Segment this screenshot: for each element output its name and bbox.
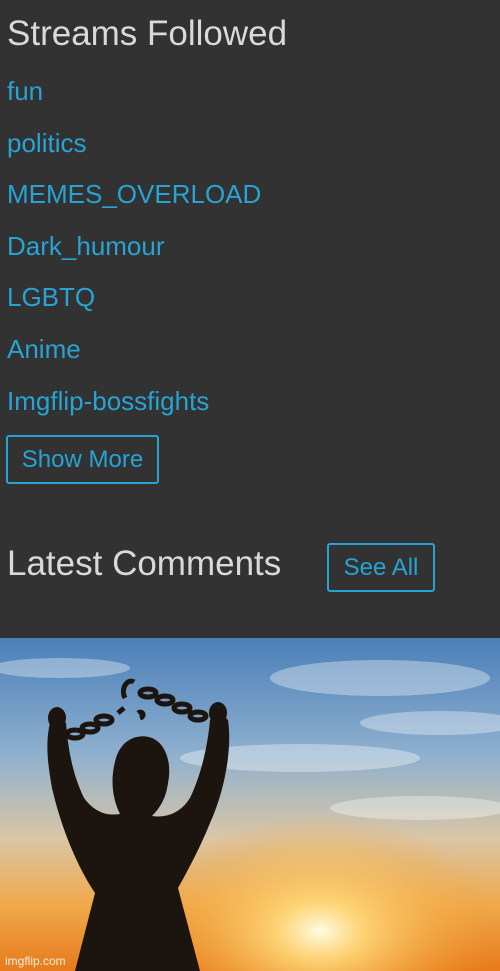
stream-link-fun[interactable]: fun (7, 76, 43, 107)
sunset-silhouette-illustration (0, 638, 500, 971)
stream-link-imgflip-bossfights[interactable]: Imgflip-bossfights (7, 386, 209, 417)
breaking-chains-image: imgflip.com (0, 638, 500, 971)
streams-followed-heading: Streams Followed (7, 14, 288, 53)
stream-link-lgbtq[interactable]: LGBTQ (7, 282, 95, 313)
show-more-button[interactable]: Show More (6, 435, 159, 484)
imgflip-watermark: imgflip.com (5, 954, 66, 968)
stream-link-politics[interactable]: politics (7, 128, 86, 159)
stream-link-anime[interactable]: Anime (7, 334, 81, 365)
see-all-button[interactable]: See All (327, 543, 435, 592)
latest-comments-heading: Latest Comments (7, 544, 282, 583)
stream-link-memes-overload[interactable]: MEMES_OVERLOAD (7, 179, 261, 210)
sidebar-panel: Streams Followed fun politics MEMES_OVER… (0, 0, 500, 638)
stream-link-dark-humour[interactable]: Dark_humour (7, 231, 165, 262)
